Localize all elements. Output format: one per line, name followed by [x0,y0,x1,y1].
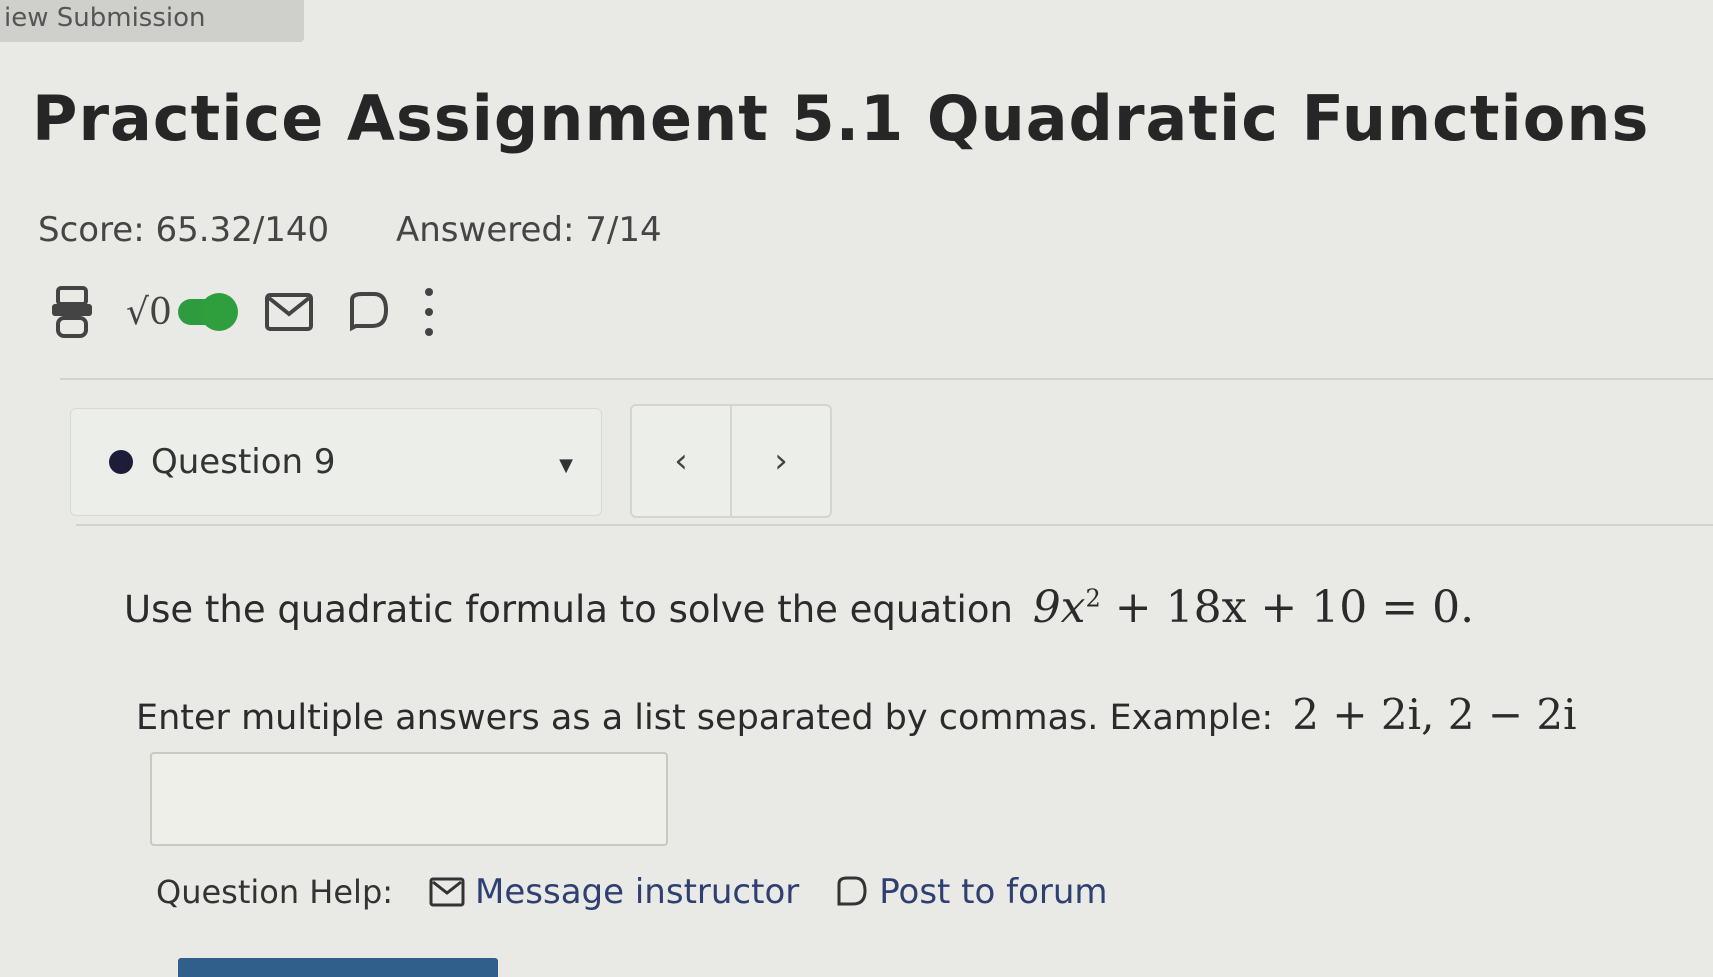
example-answer: 2 + 2i, 2 − 2i [1292,690,1577,739]
view-submission-tab[interactable]: iew Submission [0,0,304,42]
answer-input[interactable] [150,752,668,846]
chevron-right-icon: › [774,441,788,481]
equation-term-a: 9x [1032,582,1086,633]
message-icon[interactable] [264,292,314,332]
message-instructor-link[interactable]: Message instructor [429,872,799,912]
chevron-left-icon: ‹ [674,441,688,481]
math-toggle[interactable]: √0 [126,291,238,333]
toggle-switch[interactable] [177,293,238,331]
score-text: Score: 65.32/140 [38,210,330,250]
equation-exponent: 2 [1085,584,1101,613]
next-question-button[interactable]: › [732,406,830,516]
message-icon [429,877,465,907]
page-title: Practice Assignment 5.1 Quadratic Functi… [32,82,1650,155]
comment-icon[interactable] [344,288,392,336]
print-icon[interactable] [48,284,96,340]
divider [76,524,1713,526]
question-help: Question Help: Message instructor Post t… [156,872,1142,912]
question-nav: ‹ › [630,404,832,518]
question-select[interactable]: Question 9 ▼ [70,408,602,516]
question-instructions: Enter multiple answers as a list separat… [136,690,1577,739]
question-prompt: Use the quadratic formula to solve the e… [124,582,1474,633]
question-help-label: Question Help: [156,873,394,911]
message-instructor-label: Message instructor [475,872,800,912]
question-status-dot [109,450,133,474]
page: iew Submission Practice Assignment 5.1 Q… [0,0,1713,977]
comment-icon [837,876,867,906]
equation: 9x2 + 18x + 10 = 0. [1033,582,1474,633]
instructions-text: Enter multiple answers as a list separat… [136,698,1274,738]
caret-down-icon: ▼ [559,455,573,476]
submit-button[interactable] [178,958,498,977]
toolbar: √0 [48,282,466,342]
post-to-forum-label: Post to forum [879,872,1108,912]
post-to-forum-link[interactable]: Post to forum [833,872,1108,912]
prompt-text: Use the quadratic formula to solve the e… [124,588,1013,631]
assignment-meta: Score: 65.32/140 Answered: 7/14 [38,210,662,250]
sqrt-icon: √0 [126,291,172,333]
more-vertical-icon[interactable] [422,284,436,340]
divider [60,378,1713,380]
equation-term-b: + 18x + 10 = 0. [1100,582,1475,633]
answered-text: Answered: 7/14 [396,210,662,250]
previous-question-button[interactable]: ‹ [632,406,732,516]
question-select-label: Question 9 [151,442,336,482]
